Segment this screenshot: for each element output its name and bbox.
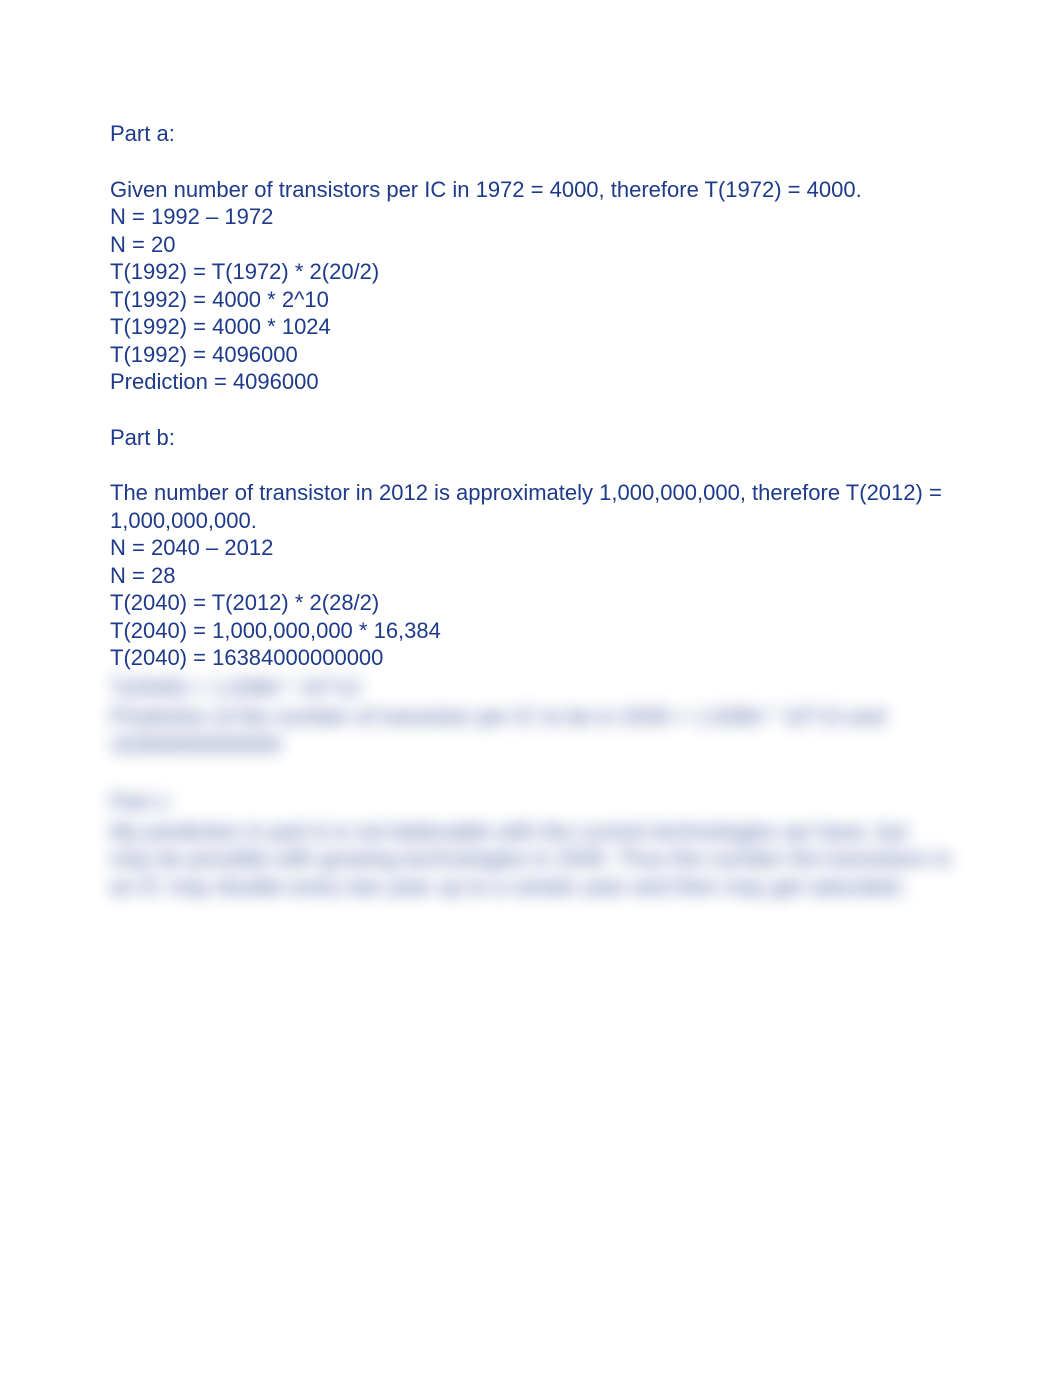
part-a-line: T(1992) = 4096000 xyxy=(110,341,952,369)
part-b-line: N = 28 xyxy=(110,562,952,590)
part-b-header: Part b: xyxy=(110,424,952,452)
part-b-line: T(2040) = T(2012) * 2(28/2) xyxy=(110,589,952,617)
part-b-line: N = 2040 – 2012 xyxy=(110,534,952,562)
part-b-line: T(2040) = 16384000000000 xyxy=(110,644,952,672)
part-a-line: N = 1992 – 1972 xyxy=(110,203,952,231)
blurred-line: Prediction of the number of transistor p… xyxy=(110,703,952,758)
part-a-header: Part a: xyxy=(110,120,952,148)
part-a-line: T(1992) = 4000 * 2^10 xyxy=(110,286,952,314)
part-a-body: Given number of transistors per IC in 19… xyxy=(110,176,952,396)
part-a-header-text: Part a: xyxy=(110,121,175,146)
part-b-body: The number of transistor in 2012 is appr… xyxy=(110,479,952,672)
part-b-line: T(2040) = 1,000,000,000 * 16,384 xyxy=(110,617,952,645)
part-b-intro: The number of transistor in 2012 is appr… xyxy=(110,479,952,534)
part-a-line: T(1992) = T(1972) * 2(20/2) xyxy=(110,258,952,286)
blurred-line: T(2040) = 1.6384 * 10^13 xyxy=(110,674,952,702)
blurred-line: Part c: xyxy=(110,788,952,816)
part-a-line: T(1992) = 4000 * 1024 xyxy=(110,313,952,341)
blurred-content: T(2040) = 1.6384 * 10^13 Prediction of t… xyxy=(110,674,952,901)
blurred-line: My prediction in part b is not believabl… xyxy=(110,818,952,901)
part-a-intro: Given number of transistors per IC in 19… xyxy=(110,176,952,204)
part-b-header-text: Part b: xyxy=(110,425,175,450)
part-a-line: N = 20 xyxy=(110,231,952,259)
part-a-line: Prediction = 4096000 xyxy=(110,368,952,396)
